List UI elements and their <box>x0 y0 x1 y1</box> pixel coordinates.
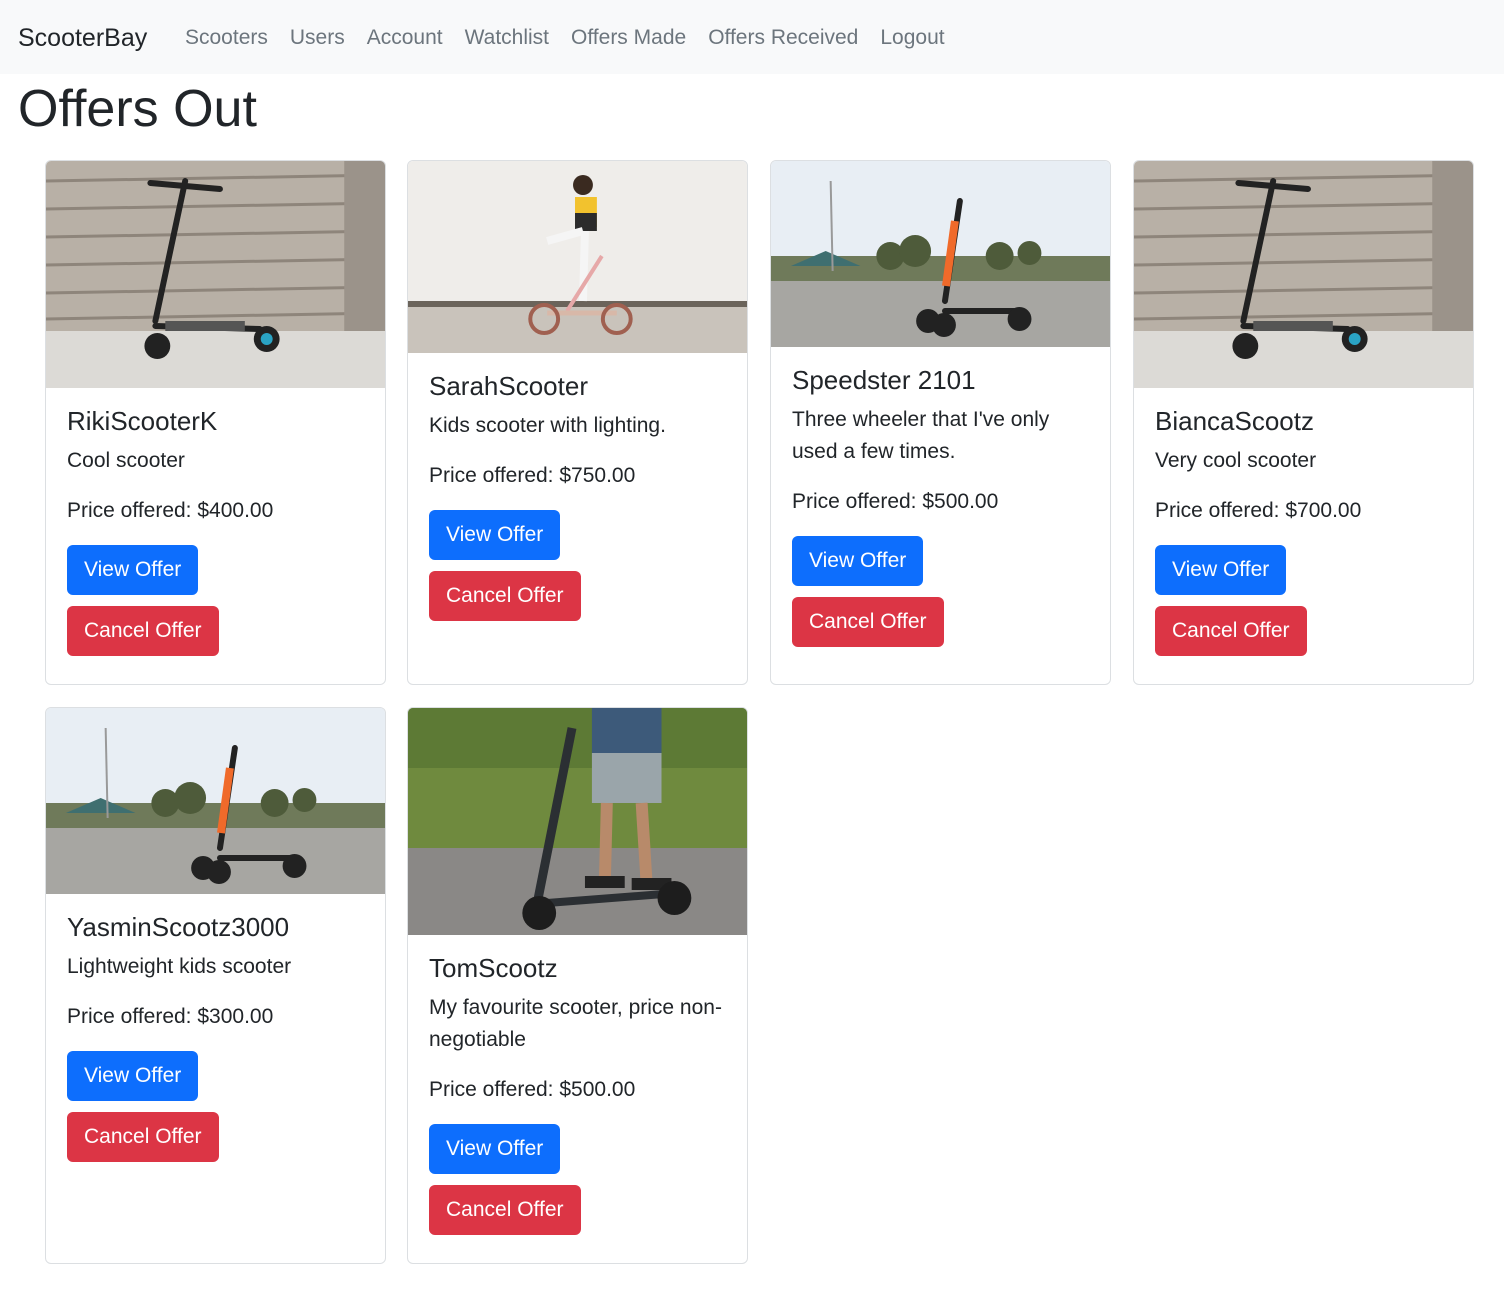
offer-card: BiancaScootz Very cool scooter Price off… <box>1133 160 1474 685</box>
view-offer-button[interactable]: View Offer <box>1155 545 1287 595</box>
offer-card: TomScootz My favourite scooter, price no… <box>407 707 748 1264</box>
view-offer-button[interactable]: View Offer <box>792 536 924 586</box>
cancel-offer-button[interactable]: Cancel Offer <box>1155 606 1307 656</box>
nav-link-offers-made[interactable]: Offers Made <box>560 22 697 54</box>
navbar: ScooterBay Scooters Users Account Watchl… <box>0 0 1504 74</box>
card-price: Price offered: $400.00 <box>67 499 274 522</box>
nav-link-watchlist[interactable]: Watchlist <box>454 22 560 54</box>
card-description: Three wheeler that I've only used a few … <box>792 408 1050 463</box>
scooter-image <box>408 161 747 353</box>
nav-link-offers-received[interactable]: Offers Received <box>697 22 869 54</box>
scooter-image <box>46 708 385 894</box>
cancel-offer-button[interactable]: Cancel Offer <box>67 1112 219 1162</box>
view-offer-button[interactable]: View Offer <box>429 1124 561 1174</box>
card-price: Price offered: $700.00 <box>1155 499 1362 522</box>
cancel-offer-button[interactable]: Cancel Offer <box>67 606 219 656</box>
nav-links: Scooters Users Account Watchlist Offers … <box>174 22 956 54</box>
card-price: Price offered: $500.00 <box>429 1078 636 1101</box>
offer-card: SarahScooter Kids scooter with lighting.… <box>407 160 748 685</box>
nav-link-logout[interactable]: Logout <box>869 22 955 54</box>
offer-card: RikiScooterK Cool scooter Price offered:… <box>45 160 386 685</box>
card-price: Price offered: $500.00 <box>792 490 999 513</box>
brand-link[interactable]: ScooterBay <box>18 22 147 54</box>
card-description: Kids scooter with lighting. <box>429 414 666 437</box>
view-offer-button[interactable]: View Offer <box>67 545 199 595</box>
cancel-offer-button[interactable]: Cancel Offer <box>792 597 944 647</box>
card-title: YasminScootz3000 <box>67 912 290 942</box>
card-title: BiancaScootz <box>1155 406 1314 436</box>
card-description: My favourite scooter, price non-negotiab… <box>429 996 722 1051</box>
cancel-offer-button[interactable]: Cancel Offer <box>429 571 581 621</box>
view-offer-button[interactable]: View Offer <box>67 1051 199 1101</box>
cancel-offer-button[interactable]: Cancel Offer <box>429 1185 581 1235</box>
page-title: Offers Out <box>18 80 257 138</box>
offer-card: Speedster 2101 Three wheeler that I've o… <box>770 160 1111 685</box>
card-price: Price offered: $750.00 <box>429 464 636 487</box>
card-title: Speedster 2101 <box>792 365 976 395</box>
card-title: TomScootz <box>429 953 558 983</box>
card-description: Lightweight kids scooter <box>67 955 292 978</box>
scooter-image <box>408 708 747 935</box>
card-price: Price offered: $300.00 <box>67 1005 274 1028</box>
view-offer-button[interactable]: View Offer <box>429 510 561 560</box>
card-title: SarahScooter <box>429 371 588 401</box>
card-description: Cool scooter <box>67 449 185 472</box>
scooter-image <box>1134 161 1473 388</box>
nav-link-users[interactable]: Users <box>279 22 356 54</box>
card-title: RikiScooterK <box>67 406 218 436</box>
scooter-image <box>771 161 1110 347</box>
card-description: Very cool scooter <box>1155 449 1317 472</box>
scooter-image <box>46 161 385 388</box>
nav-link-account[interactable]: Account <box>356 22 454 54</box>
nav-link-scooters[interactable]: Scooters <box>174 22 279 54</box>
offer-card: YasminScootz3000 Lightweight kids scoote… <box>45 707 386 1264</box>
